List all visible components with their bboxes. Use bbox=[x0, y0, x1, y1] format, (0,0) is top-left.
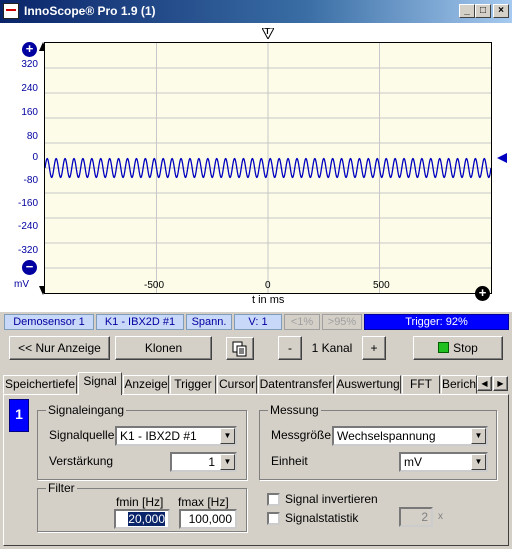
messgroesse-label: Messgröße bbox=[271, 428, 332, 442]
title-bar: InnoScope® Pro 1.9 (1) _ □ × bbox=[0, 0, 512, 23]
tab-auswertung[interactable]: Auswertung bbox=[335, 375, 401, 394]
einheit-label: Einheit bbox=[271, 454, 308, 468]
y-tick-label: 240 bbox=[21, 83, 38, 94]
copy-icon bbox=[232, 341, 247, 357]
signal-invertieren-checkbox[interactable] bbox=[267, 493, 280, 506]
x-tick-label: -500 bbox=[144, 280, 165, 291]
tab-scroll-left-button[interactable]: ◀ bbox=[477, 376, 492, 391]
y-tick-label: 320 bbox=[21, 59, 38, 70]
y-zoom-in-button[interactable]: + bbox=[22, 42, 37, 57]
x-tick-label: 0 bbox=[265, 280, 271, 291]
nur-anzeige-button[interactable]: << Nur Anzeige bbox=[9, 336, 110, 360]
status-mode: Spann. bbox=[186, 314, 232, 330]
channel-number-badge[interactable]: 1 bbox=[9, 399, 29, 432]
status-channel: K1 - IBX2D #1 bbox=[96, 314, 184, 330]
messgroesse-value: Wechselspannung bbox=[337, 429, 436, 443]
stop-button-label: Stop bbox=[453, 341, 478, 355]
chevron-down-icon[interactable]: ▼ bbox=[471, 428, 486, 444]
y-tick-label: 80 bbox=[26, 131, 38, 142]
channel-count-label: 1 Kanal bbox=[311, 341, 353, 355]
signalquelle-label: Signalquelle bbox=[49, 428, 115, 442]
copy-button[interactable] bbox=[226, 337, 254, 360]
tab-fft[interactable]: FFT bbox=[402, 375, 440, 394]
plot-area[interactable] bbox=[44, 42, 492, 294]
channel-decrease-button[interactable]: - bbox=[278, 336, 302, 360]
status-source: Demosensor 1 bbox=[4, 314, 94, 330]
fmax-label: fmax [Hz] bbox=[178, 495, 229, 509]
trigger-marker-label: T bbox=[265, 27, 270, 36]
statistik-unit-label: x bbox=[438, 511, 443, 522]
fmax-input[interactable]: 100,000 bbox=[179, 509, 237, 529]
tab-trigger[interactable]: Trigger bbox=[170, 375, 216, 394]
messung-group: Messung Messgröße Wechselspannung ▼ Einh… bbox=[259, 403, 497, 480]
y-tick-label: -160 bbox=[17, 198, 38, 209]
einheit-value: mV bbox=[404, 455, 422, 469]
channel-level-marker-icon[interactable] bbox=[497, 153, 507, 163]
fmin-value: 20,000 bbox=[128, 512, 165, 526]
tab-datentransfer[interactable]: Datentransfer bbox=[258, 375, 334, 394]
messgroesse-select[interactable]: Wechselspannung ▼ bbox=[332, 426, 488, 446]
status-high-percent: >95% bbox=[322, 314, 362, 330]
signalquelle-value: K1 - IBX2D #1 bbox=[120, 429, 197, 443]
tab-scroll-right-button[interactable]: ▶ bbox=[493, 376, 508, 391]
trigger-position-marker[interactable]: T bbox=[262, 27, 274, 39]
status-trigger: Trigger: 92% bbox=[364, 314, 509, 330]
tab-signal[interactable]: Signal bbox=[78, 372, 122, 395]
fmin-label: fmin [Hz] bbox=[116, 495, 164, 509]
maximize-button[interactable]: □ bbox=[475, 4, 491, 18]
y-tick-label: -80 bbox=[23, 175, 38, 186]
einheit-select[interactable]: mV ▼ bbox=[399, 452, 488, 472]
klonen-button[interactable]: Klonen bbox=[115, 336, 212, 360]
chevron-down-icon[interactable]: ▼ bbox=[471, 454, 486, 470]
signaleingang-title: Signaleingang bbox=[46, 403, 127, 417]
tab-speichertiefe[interactable]: Speichertiefe bbox=[3, 375, 77, 394]
filter-group: Filter fmin [Hz] fmax [Hz] 20,000 100,00… bbox=[37, 481, 247, 532]
verstaerkung-select[interactable]: 1 ▼ bbox=[170, 452, 237, 472]
app-icon bbox=[3, 3, 19, 19]
y-zoom-out-button[interactable]: − bbox=[22, 260, 37, 275]
signal-tab-panel: 1 Signaleingang Signalquelle K1 - IBX2D … bbox=[3, 394, 509, 546]
signalquelle-select[interactable]: K1 - IBX2D #1 ▼ bbox=[115, 426, 237, 446]
window-title: InnoScope® Pro 1.9 (1) bbox=[24, 4, 156, 18]
signalstatistik-checkbox[interactable] bbox=[267, 512, 280, 525]
signaleingang-group: Signaleingang Signalquelle K1 - IBX2D #1… bbox=[37, 403, 247, 480]
x-axis-label: t in ms bbox=[252, 294, 285, 306]
status-view: V: 1 bbox=[234, 314, 282, 330]
statistik-count-input: 2 bbox=[399, 507, 433, 527]
y-tick-label: -320 bbox=[17, 245, 38, 256]
verstaerkung-label: Verstärkung bbox=[49, 454, 114, 468]
tab-anzeige[interactable]: Anzeige bbox=[123, 375, 169, 394]
y-tick-label: -240 bbox=[17, 221, 38, 232]
minimize-button[interactable]: _ bbox=[459, 4, 475, 18]
verstaerkung-value: 1 bbox=[208, 455, 215, 469]
status-low-percent: <1% bbox=[284, 314, 320, 330]
chevron-down-icon[interactable]: ▼ bbox=[220, 428, 235, 444]
x-zoom-in-button[interactable]: + bbox=[475, 286, 490, 301]
messung-title: Messung bbox=[268, 403, 321, 417]
close-button[interactable]: × bbox=[493, 4, 509, 18]
signalstatistik-label: Signalstatistik bbox=[285, 511, 359, 525]
plot-svg bbox=[45, 43, 491, 293]
y-unit-label: mV bbox=[14, 279, 29, 290]
status-bar: Demosensor 1 K1 - IBX2D #1 Spann. V: 1 <… bbox=[0, 312, 512, 332]
fmin-input[interactable]: 20,000 bbox=[114, 509, 170, 529]
tab-bericht[interactable]: Berich bbox=[441, 375, 477, 394]
stop-indicator-icon bbox=[438, 342, 450, 353]
x-tick-label: 500 bbox=[373, 280, 390, 291]
oscilloscope-view[interactable]: T + − mV 320 240 160 80 0 -80 -160 -240 … bbox=[0, 23, 512, 312]
y-tick-label: 0 bbox=[32, 152, 38, 163]
signal-invertieren-label: Signal invertieren bbox=[285, 492, 378, 506]
chevron-down-icon[interactable]: ▼ bbox=[220, 454, 235, 470]
stop-button[interactable]: Stop bbox=[413, 336, 503, 360]
channel-increase-button[interactable]: + bbox=[362, 336, 386, 360]
filter-title: Filter bbox=[46, 481, 77, 495]
y-tick-label: 160 bbox=[21, 107, 38, 118]
tab-cursor[interactable]: Cursor bbox=[217, 375, 257, 394]
